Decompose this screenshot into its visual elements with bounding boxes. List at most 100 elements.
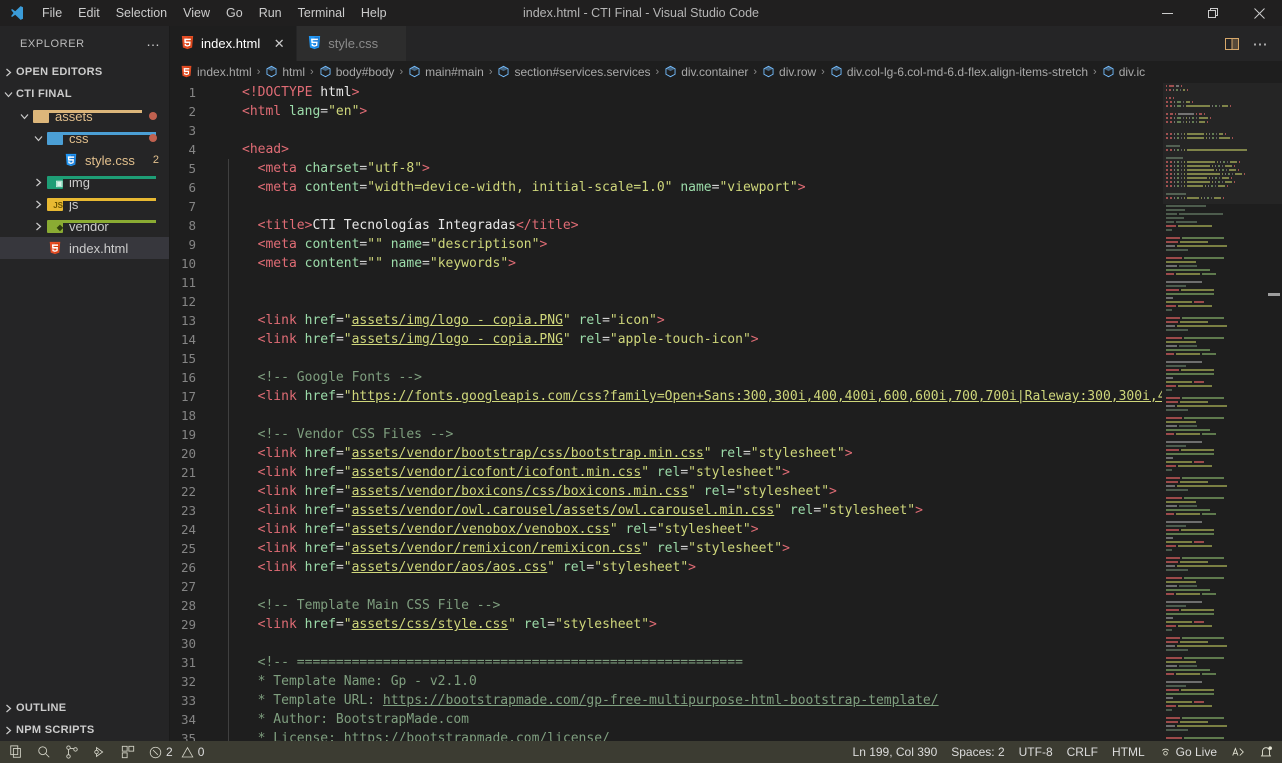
- breadcrumb-item-section-services[interactable]: section#services.services: [497, 65, 651, 79]
- code-line[interactable]: 18: [170, 406, 1162, 425]
- code-line[interactable]: 31 <!-- ================================…: [170, 653, 1162, 672]
- code-line[interactable]: 20 <link href="assets/vendor/bootstrap/c…: [170, 444, 1162, 463]
- code-editor[interactable]: 1 <!DOCTYPE html> 2 <html lang="en"> 3 4 <head…: [170, 83, 1282, 741]
- code-line[interactable]: 26 <link href="assets/vendor/aos/aos.css…: [170, 558, 1162, 577]
- sidebar-section-open-editors[interactable]: OPEN EDITORS: [0, 61, 169, 83]
- code-line[interactable]: 29 <link href="assets/css/style.css" rel…: [170, 615, 1162, 634]
- menu-selection[interactable]: Selection: [108, 2, 175, 24]
- menu-edit[interactable]: Edit: [70, 2, 108, 24]
- line-text[interactable]: * License: https://bootstrapmade.com/lic…: [216, 729, 1162, 741]
- line-text[interactable]: <link href="assets/img/logo - copia.PNG"…: [216, 311, 1162, 330]
- code-line[interactable]: 16 <!-- Google Fonts -->: [170, 368, 1162, 387]
- split-editor-icon[interactable]: [1220, 32, 1244, 56]
- tree-item-js[interactable]: JS js: [0, 193, 169, 215]
- line-text[interactable]: <!-- Google Fonts -->: [216, 368, 1162, 387]
- line-text[interactable]: <link href="assets/vendor/venobox/venobo…: [216, 520, 1162, 539]
- extensions-icon[interactable]: [114, 741, 142, 763]
- remote-window-icon[interactable]: [2, 741, 30, 763]
- breadcrumb-item-div-container[interactable]: div.container: [664, 65, 748, 79]
- file-tree[interactable]: OPEN EDITORS CTI FINAL assets css style.…: [0, 61, 169, 697]
- go-live-button[interactable]: Go Live: [1152, 741, 1224, 763]
- line-text[interactable]: <head>: [216, 140, 1162, 159]
- window-controls[interactable]: [1144, 0, 1282, 26]
- code-line[interactable]: 13 <link href="assets/img/logo - copia.P…: [170, 311, 1162, 330]
- code-line[interactable]: 7: [170, 197, 1162, 216]
- tree-item-index-html[interactable]: index.html: [0, 237, 169, 259]
- line-text[interactable]: <link href="assets/css/style.css" rel="s…: [216, 615, 1162, 634]
- menu-bar[interactable]: File Edit Selection View Go Run Terminal…: [34, 2, 395, 24]
- tab-style-css[interactable]: style.css: [297, 26, 408, 61]
- code-line[interactable]: 1 <!DOCTYPE html>: [170, 83, 1162, 102]
- code-line[interactable]: 22 <link href="assets/vendor/boxicons/cs…: [170, 482, 1162, 501]
- line-text[interactable]: <meta charset="utf-8">: [216, 159, 1162, 178]
- code-line[interactable]: 12: [170, 292, 1162, 311]
- line-text[interactable]: <title>CTI Tecnologías Integradas</title…: [216, 216, 1162, 235]
- close-button[interactable]: [1236, 0, 1282, 26]
- line-text[interactable]: * Author: BootstrapMade.com: [216, 710, 1162, 729]
- editor-tabs[interactable]: index.html ✕ style.css: [170, 26, 408, 61]
- line-text[interactable]: <link href="assets/vendor/icofont/icofon…: [216, 463, 1162, 482]
- line-text[interactable]: <meta content="" name="keywords">: [216, 254, 1162, 273]
- code-line[interactable]: 8 <title>CTI Tecnologías Integradas</tit…: [170, 216, 1162, 235]
- editor-actions[interactable]: ⋯: [1220, 26, 1282, 61]
- sidebar-section-cti-final[interactable]: CTI FINAL: [0, 83, 169, 105]
- code-line[interactable]: 2 <html lang="en">: [170, 102, 1162, 121]
- line-text[interactable]: [216, 406, 1162, 425]
- line-text[interactable]: <link href="assets/vendor/owl.carousel/a…: [216, 501, 1162, 520]
- breadcrumb-item-main[interactable]: main#main: [408, 65, 484, 79]
- line-text[interactable]: <!DOCTYPE html>: [216, 83, 1162, 102]
- problems-status[interactable]: 2 0: [142, 741, 211, 763]
- code-line[interactable]: 27: [170, 577, 1162, 596]
- line-text[interactable]: <!-- Template Main CSS File -->: [216, 596, 1162, 615]
- code-line[interactable]: 34 * Author: BootstrapMade.com: [170, 710, 1162, 729]
- tree-item-css[interactable]: css: [0, 127, 169, 149]
- code-line[interactable]: 14 <link href="assets/img/logo - copia.P…: [170, 330, 1162, 349]
- menu-file[interactable]: File: [34, 2, 70, 24]
- menu-go[interactable]: Go: [218, 2, 251, 24]
- breadcrumb-item-body[interactable]: body#body: [319, 65, 394, 79]
- code-line[interactable]: 33 * Template URL: https://bootstrapmade…: [170, 691, 1162, 710]
- line-text[interactable]: <meta content="" name="descriptison">: [216, 235, 1162, 254]
- menu-terminal[interactable]: Terminal: [290, 2, 353, 24]
- menu-help[interactable]: Help: [353, 2, 395, 24]
- tree-item-style-css[interactable]: style.css 2: [0, 149, 169, 171]
- line-text[interactable]: [216, 121, 1162, 140]
- breadcrumb-item-html[interactable]: html: [265, 65, 305, 79]
- code-line[interactable]: 30: [170, 634, 1162, 653]
- code-line[interactable]: 3: [170, 121, 1162, 140]
- code-line[interactable]: 5 <meta charset="utf-8">: [170, 159, 1162, 178]
- line-text[interactable]: <!-- Vendor CSS Files -->: [216, 425, 1162, 444]
- code-line[interactable]: 21 <link href="assets/vendor/icofont/ico…: [170, 463, 1162, 482]
- line-text[interactable]: [216, 577, 1162, 596]
- line-text[interactable]: <!-- ===================================…: [216, 653, 1162, 672]
- tree-item-assets[interactable]: assets: [0, 105, 169, 127]
- tab-index-html[interactable]: index.html ✕: [170, 26, 298, 61]
- code-line[interactable]: 35 * License: https://bootstrapmade.com/…: [170, 729, 1162, 741]
- line-text[interactable]: <link href="assets/vendor/remixicon/remi…: [216, 539, 1162, 558]
- line-text[interactable]: [216, 349, 1162, 368]
- code-line[interactable]: 28 <!-- Template Main CSS File -->: [170, 596, 1162, 615]
- code-line[interactable]: 15: [170, 349, 1162, 368]
- sidebar-section-outline[interactable]: OUTLINE: [0, 697, 169, 719]
- menu-view[interactable]: View: [175, 2, 218, 24]
- more-actions-icon[interactable]: ⋯: [1248, 32, 1272, 56]
- line-text[interactable]: <link href="https://fonts.googleapis.com…: [216, 387, 1162, 406]
- indentation-status[interactable]: Spaces: 2: [944, 741, 1011, 763]
- line-text[interactable]: [216, 292, 1162, 311]
- minimap-slider[interactable]: [1163, 83, 1282, 204]
- eol-status[interactable]: CRLF: [1060, 741, 1105, 763]
- code-line[interactable]: 10 <meta content="" name="keywords">: [170, 254, 1162, 273]
- line-text[interactable]: * Template Name: Gp - v2.1.0: [216, 672, 1162, 691]
- code-line[interactable]: 25 <link href="assets/vendor/remixicon/r…: [170, 539, 1162, 558]
- encoding-status[interactable]: UTF-8: [1012, 741, 1060, 763]
- source-control-icon[interactable]: [58, 741, 86, 763]
- search-icon[interactable]: [30, 741, 58, 763]
- line-text[interactable]: [216, 634, 1162, 653]
- line-text[interactable]: [216, 273, 1162, 292]
- line-text[interactable]: * Template URL: https://bootstrapmade.co…: [216, 691, 1162, 710]
- line-text[interactable]: <link href="assets/vendor/boxicons/css/b…: [216, 482, 1162, 501]
- code-line[interactable]: 24 <link href="assets/vendor/venobox/ven…: [170, 520, 1162, 539]
- breadcrumb-item-div-icon[interactable]: div.ic: [1102, 65, 1145, 79]
- line-text[interactable]: <link href="assets/vendor/bootstrap/css/…: [216, 444, 1162, 463]
- cursor-position-status[interactable]: Ln 199, Col 390: [846, 741, 945, 763]
